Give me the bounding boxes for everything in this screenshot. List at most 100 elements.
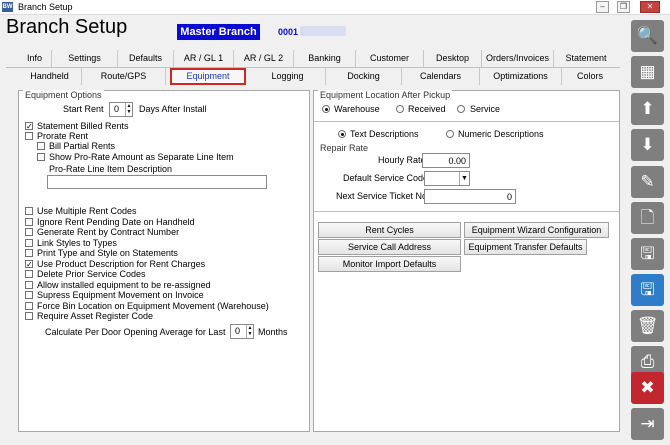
tab-docking[interactable]: Docking — [326, 68, 402, 85]
tab-ar-gl-1[interactable]: AR / GL 1 — [174, 50, 234, 67]
start-rent-value: 0 — [114, 104, 120, 114]
pencil-icon[interactable]: ✎ — [631, 166, 664, 198]
text-descriptions-label: Text Descriptions — [350, 129, 419, 139]
tab-colors[interactable]: Colors — [562, 68, 618, 85]
window-title: Branch Setup — [18, 2, 73, 12]
start-rent-stepper[interactable]: 0 ▲ ▼ — [109, 102, 133, 117]
option-checkbox[interactable] — [25, 238, 33, 247]
months-label: Months — [258, 327, 288, 337]
option-checkbox[interactable] — [25, 270, 33, 278]
equipment-options-title: Equipment Options — [23, 90, 104, 100]
branch-name-badge: Master Branch — [177, 24, 260, 40]
option-checkbox[interactable] — [25, 228, 33, 236]
option-checkbox[interactable] — [25, 301, 33, 310]
spin-arrows-icon[interactable]: ▲ ▼ — [246, 325, 253, 338]
chevron-down-icon[interactable]: ▼ — [459, 172, 469, 185]
exit-icon[interactable]: ⇥ — [631, 408, 664, 440]
tab-banking[interactable]: Banking — [294, 50, 356, 67]
page-title: Branch Setup — [6, 16, 128, 38]
start-rent-label: Start Rent — [63, 104, 104, 114]
minimize-button[interactable]: – — [596, 1, 609, 13]
tab-route-gps[interactable]: Route/GPS — [82, 68, 166, 85]
tab-row-1: Info Settings Defaults AR / GL 1 AR / GL… — [18, 50, 618, 67]
right-toolbar: 🔍 ▦ ⬆ ⬇ ✎ 🗋 🖫 🖫 🗑 ⎙ ✖ ⇥ — [628, 14, 670, 445]
prorate-description-label: Pro-Rate Line Item Description — [49, 164, 173, 174]
tab-settings[interactable]: Settings — [52, 50, 118, 67]
equipment-options-panel: Equipment Options Start Rent 0 ▲ ▼ Days A… — [18, 90, 310, 432]
tab-info[interactable]: Info — [18, 50, 52, 67]
text-descriptions-radio[interactable] — [338, 130, 346, 138]
tab-logging[interactable]: Logging — [250, 68, 326, 85]
restore-button[interactable]: ❐ — [617, 1, 630, 13]
tab-handheld[interactable]: Handheld — [18, 68, 82, 85]
tab-customer[interactable]: Customer — [356, 50, 424, 67]
arrow-up-icon[interactable]: ⬆ — [631, 93, 664, 125]
tab-optimizations[interactable]: Optimizations — [480, 68, 562, 85]
bill-partial-rents-checkbox[interactable] — [37, 142, 45, 150]
trash-icon[interactable]: 🗑 — [631, 310, 664, 342]
grid-icon[interactable]: ▦ — [631, 56, 664, 88]
warehouse-label: Warehouse — [334, 104, 380, 114]
spin-arrows-icon[interactable]: ▲ ▼ — [125, 103, 132, 116]
per-door-average-stepper[interactable]: 0 ▲ ▼ — [230, 324, 254, 339]
option-checkbox[interactable] — [25, 291, 33, 299]
branch-name-redacted — [300, 26, 346, 36]
option-checkbox[interactable] — [25, 207, 33, 215]
divider — [314, 121, 619, 122]
days-after-install-label: Days After Install — [139, 104, 207, 114]
service-radio[interactable] — [457, 105, 465, 113]
received-radio[interactable] — [396, 105, 404, 113]
numeric-descriptions-radio[interactable] — [446, 130, 454, 138]
save-new-icon[interactable]: 🖫 — [631, 238, 664, 270]
repair-rate-title: Repair Rate — [318, 143, 371, 153]
per-door-average-label: Calculate Per Door Opening Average for L… — [45, 327, 226, 337]
option-label: Force Bin Location on Equipment Movement… — [37, 300, 269, 311]
new-document-icon[interactable]: 🗋 — [631, 202, 664, 234]
per-door-average-value: 0 — [235, 326, 241, 336]
monitor-import-defaults-button[interactable]: Monitor Import Defaults — [318, 256, 461, 272]
location-after-pickup-title: Equipment Location After Pickup — [318, 90, 453, 100]
option-checkbox[interactable] — [25, 280, 33, 289]
tab-row-2: Handheld Route/GPS Equipment Logging Doc… — [18, 68, 618, 85]
default-service-code-label: Default Service Code — [343, 173, 429, 183]
tab-orders-invoices[interactable]: Orders/Invoices — [482, 50, 554, 67]
option-checkbox[interactable] — [25, 312, 33, 320]
branch-code: 0001 — [278, 27, 299, 37]
close-icon[interactable]: ✖ — [631, 372, 664, 404]
prorate-description-input[interactable] — [47, 175, 267, 189]
option-label: Allow installed equipment to be re-assig… — [37, 279, 211, 290]
search-icon[interactable]: 🔍 — [631, 20, 664, 52]
tab-equipment[interactable]: Equipment — [170, 68, 246, 85]
option-checkbox[interactable]: ✓ — [25, 259, 33, 268]
numeric-descriptions-label: Numeric Descriptions — [458, 129, 544, 139]
option-checkbox[interactable] — [25, 249, 33, 257]
close-window-button[interactable]: ✕ — [640, 1, 660, 13]
tab-calendars[interactable]: Calendars — [402, 68, 480, 85]
arrow-down-icon[interactable]: ⬇ — [631, 129, 664, 161]
statement-billed-rents-label: Statement Billed Rents — [37, 121, 129, 131]
prorate-rent-label: Prorate Rent — [37, 131, 89, 141]
service-call-address-button[interactable]: Service Call Address — [318, 239, 461, 255]
warehouse-radio[interactable] — [322, 105, 330, 113]
equipment-transfer-defaults-button[interactable]: Equipment Transfer Defaults — [464, 239, 587, 255]
option-label: Link Styles to Types — [37, 237, 117, 248]
tab-statement[interactable]: Statement — [554, 50, 618, 67]
prorate-rent-checkbox[interactable] — [25, 132, 33, 140]
next-service-ticket-input[interactable]: 0 — [424, 189, 516, 204]
rent-cycles-button[interactable]: Rent Cycles — [318, 222, 461, 238]
save-icon[interactable]: 🖫 — [631, 274, 664, 306]
next-service-ticket-label: Next Service Ticket No. — [336, 191, 430, 201]
default-service-code-select[interactable]: ▼ — [424, 171, 470, 186]
tab-defaults[interactable]: Defaults — [118, 50, 174, 67]
hourly-rate-input[interactable]: 0.00 — [422, 153, 470, 168]
show-prorate-amount-checkbox[interactable] — [37, 153, 45, 161]
equipment-wizard-configuration-button[interactable]: Equipment Wizard Configuration — [464, 222, 609, 238]
option-label: Require Asset Register Code — [37, 311, 154, 321]
option-checkbox[interactable] — [25, 217, 33, 226]
show-prorate-amount-label: Show Pro-Rate Amount as Separate Line It… — [49, 152, 234, 162]
option-label: Use Product Description for Rent Charges — [37, 258, 206, 269]
tab-ar-gl-2[interactable]: AR / GL 2 — [234, 50, 294, 67]
tab-desktop[interactable]: Desktop — [424, 50, 482, 67]
hourly-rate-label: Hourly Rate — [378, 155, 426, 165]
statement-billed-rents-checkbox[interactable]: ✓ — [25, 122, 33, 131]
